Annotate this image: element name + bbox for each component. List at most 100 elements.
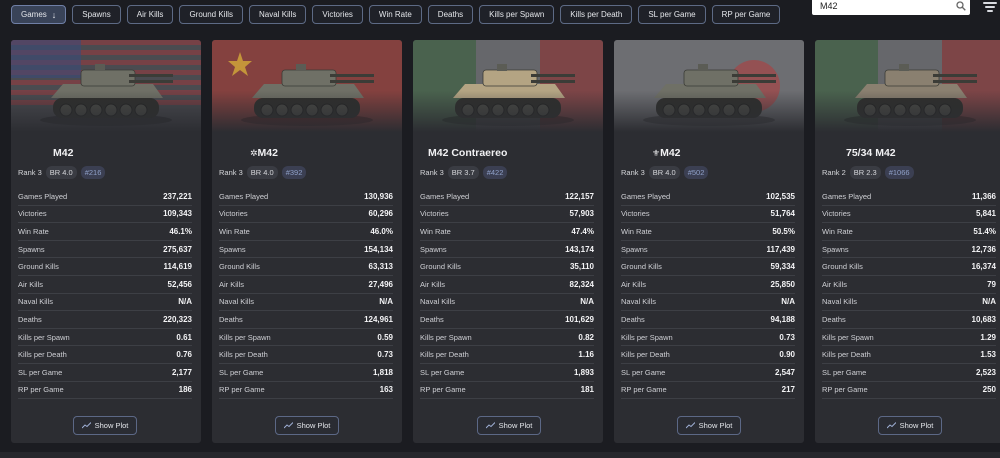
stat-row: Kills per Spawn 0.73 [621,329,795,347]
stat-value: 27,496 [368,279,393,289]
stat-value: N/A [178,297,192,307]
stat-value: N/A [580,297,594,307]
stat-row: Air Kills 25,850 [621,276,795,294]
stat-value: 101,629 [565,314,594,324]
trend-line-icon [283,422,293,429]
vehicle-name-text: M42 [660,147,681,159]
vehicle-meta: Rank 3 BR 4.0 #392 [219,166,307,179]
stat-label: Ground Kills [420,262,461,272]
position-badge: #422 [482,166,508,179]
stat-row: Naval Kills N/A [219,294,393,312]
show-plot-button[interactable]: Show Plot [878,416,942,435]
stats-table: Games Played 237,221 Victories 109,343 Win R… [18,188,192,400]
stat-label: RP per Game [219,385,265,395]
search-icon[interactable] [952,0,970,15]
stat-label: Games Played [822,191,872,201]
stat-value: 0.59 [377,332,393,342]
filter-chip-games[interactable]: Games ↓ [11,5,67,24]
filter-chip-kills-per-death[interactable]: Kills per Death [560,5,633,24]
stats-table: Games Played 11,366 Victories 5,841 Win Rate… [822,188,996,400]
stat-value: 57,903 [569,209,594,219]
stat-row: Deaths 101,629 [420,311,594,329]
stat-label: Victories [420,209,449,219]
rank-label: Rank 3 [18,168,42,177]
stat-label: RP per Game [822,385,868,395]
stat-row: Win Rate 46.0% [219,223,393,241]
stat-label: RP per Game [18,385,64,395]
stat-row: SL per Game 2,523 [822,364,996,382]
stat-label: Naval Kills [219,297,255,307]
stat-value: N/A [982,297,996,307]
stat-label: Win Rate [420,226,451,236]
filter-chip-win-rate[interactable]: Win Rate [368,5,422,24]
show-plot-button[interactable]: Show Plot [275,416,339,435]
stat-value: 114,619 [163,262,192,272]
vehicle-card[interactable]: 75/34 M42 Rank 2 BR 2.3 #1066 Games Played 11… [815,40,1000,443]
filter-chip-sl-per-game[interactable]: SL per Game [638,5,706,24]
stat-row: Victories 60,296 [219,206,393,224]
stat-label: Spawns [18,244,45,254]
filter-chip-spawns[interactable]: Spawns [72,5,121,24]
search-input[interactable] [812,0,952,15]
vehicle-image [212,40,402,132]
stat-value: 1.29 [980,332,996,342]
filter-chip-victories[interactable]: Victories [312,5,363,24]
vehicle-name: 75/34 M42 [815,147,1000,159]
stat-value: 181 [580,385,594,395]
stat-value: 217 [781,385,795,395]
show-plot-button[interactable]: Show Plot [677,416,741,435]
filter-chip-kills-per-spawn[interactable]: Kills per Spawn [479,5,555,24]
stat-row: Spawns 117,439 [621,241,795,259]
rank-label: Rank 3 [420,168,444,177]
stat-label: Ground Kills [822,262,863,272]
filter-chip-air-kills[interactable]: Air Kills [126,5,174,24]
filter-chip-label: Games [21,10,47,19]
vehicle-card[interactable]: M42 Contraereo Rank 3 BR 3.7 #422 Games Play… [413,40,603,443]
stat-label: Games Played [219,191,269,201]
filter-lines-icon[interactable] [982,0,998,14]
filter-chip-label: Deaths [437,10,464,19]
stat-row: RP per Game 181 [420,382,594,400]
vehicle-name: ⚜M42 [614,147,804,159]
stat-value: 130,936 [364,191,393,201]
show-plot-button[interactable]: Show Plot [477,416,541,435]
trend-line-icon [81,422,91,429]
stat-value: 5,841 [975,209,996,219]
stat-value: 46.1% [169,226,192,236]
stat-value: 11,366 [971,191,996,201]
stat-label: Ground Kills [219,262,260,272]
battle-rating-badge: BR 3.7 [447,166,479,179]
stat-label: Naval Kills [822,297,858,307]
stat-value: 122,157 [565,191,594,201]
vehicle-card[interactable]: ⚜M42 Rank 3 BR 4.0 #502 Games Played 102,535 V… [614,40,804,443]
vehicle-card[interactable]: ✲M42 Rank 3 BR 4.0 #392 Games Played 130,936 V… [212,40,402,443]
show-plot-button[interactable]: Show Plot [73,416,137,435]
stat-row: Kills per Spawn 0.61 [18,329,192,347]
stat-label: Win Rate [822,226,853,236]
stat-row: Ground Kills 16,374 [822,258,996,276]
show-plot-label: Show Plot [94,421,129,430]
filter-chip-label: Spawns [82,10,111,19]
filter-chip-naval-kills[interactable]: Naval Kills [249,5,307,24]
search-box[interactable] [812,0,970,15]
stat-label: Kills per Death [18,350,67,360]
filter-chip-ground-kills[interactable]: Ground Kills [179,5,244,24]
filter-chip-rp-per-game[interactable]: RP per Game [711,5,781,24]
stat-label: Kills per Spawn [18,332,70,342]
stat-value: 124,961 [364,314,393,324]
stat-row: Deaths 220,323 [18,311,192,329]
stat-row: Win Rate 51.4% [822,223,996,241]
stat-row: RP per Game 217 [621,382,795,400]
stat-value: 1,893 [573,367,594,377]
footer-divider [0,452,1000,458]
filter-chip-deaths[interactable]: Deaths [427,5,474,24]
stat-label: Win Rate [219,226,250,236]
stat-label: Win Rate [18,226,49,236]
stat-label: Kills per Spawn [822,332,874,342]
stat-row: Ground Kills 114,619 [18,258,192,276]
stat-value: 51.4% [973,226,996,236]
vehicle-meta: Rank 3 BR 3.7 #422 [420,166,508,179]
stat-label: Ground Kills [18,262,59,272]
stat-label: Victories [822,209,851,219]
vehicle-card[interactable]: M42 Rank 3 BR 4.0 #216 Games Played 237,221 Vi… [11,40,201,443]
